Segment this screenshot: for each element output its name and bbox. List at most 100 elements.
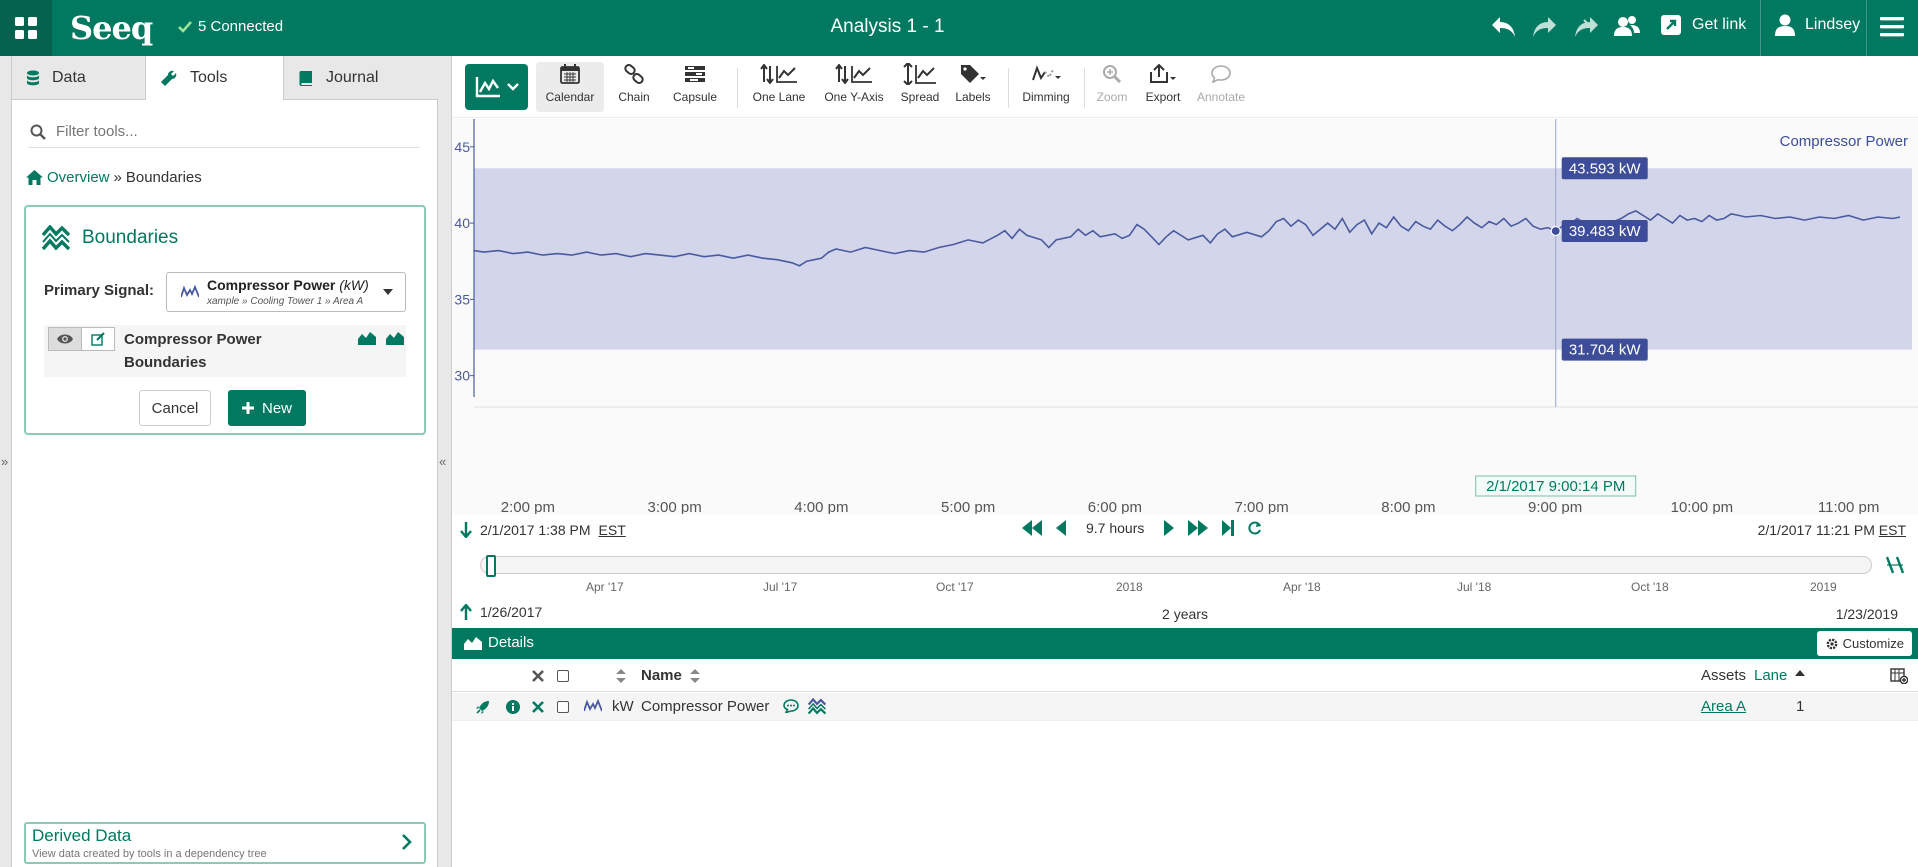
step-forward-icon[interactable] [1164,520,1175,536]
row-name[interactable]: Compressor Power [641,698,769,715]
breadcrumb-overview-link[interactable]: Overview [47,169,110,186]
derived-data-card[interactable]: Derived Data View data created by tools … [24,822,426,864]
home-icon[interactable] [26,170,43,185]
display-range-end[interactable]: 2/1/2017 11:21 PM EST [1758,522,1906,538]
undo-icon[interactable] [1490,12,1518,42]
details-pane-header[interactable]: Details Customize [452,628,1918,659]
user-menu[interactable]: Lindsey [1775,14,1860,36]
customize-button[interactable]: Customize [1816,631,1912,656]
x-axis-tick-label: 4:00 pm [794,499,848,514]
get-link-button[interactable]: Get link [1660,14,1746,36]
new-button[interactable]: New [228,390,306,426]
signal-asset-path: xample » Cooling Tower 1 » Area A [207,296,364,307]
expand-right-icon[interactable]: » [1,454,8,469]
row-asset-link[interactable]: Area A [1701,698,1746,715]
visibility-toggle-button[interactable] [48,327,82,351]
remove-all-icon[interactable] [532,670,544,682]
navigator-tick: Oct '17 [936,580,974,594]
navigator-range-handle[interactable] [486,555,496,577]
column-settings-icon[interactable] [1890,668,1908,684]
hamburger-menu-icon[interactable] [1880,16,1904,38]
trend-chart[interactable]: 45 40 35 30 2:00 pm 3:00 pm 4:00 pm 5:00 pm 6:0… [452,119,1918,514]
one-y-axis-tool-label: One Y-Axis [824,90,884,104]
tab-data[interactable]: Data [12,56,146,100]
header-divider [1866,0,1867,56]
step-forward-double-icon[interactable] [1188,520,1209,536]
column-header-assets[interactable]: Assets [1701,667,1746,684]
spread-tool[interactable]: Spread [892,62,948,112]
trend-chart-svg: 45 40 35 30 2:00 pm 3:00 pm 4:00 pm 5:00 pm 6:0… [452,119,1918,514]
investigate-range-span[interactable]: 2 years [452,606,1918,622]
gear-icon [1826,638,1837,649]
tab-tools-label: Tools [190,69,228,86]
one-lane-tool-label: One Lane [752,90,806,104]
x-axis-tick-label: 2:00 pm [501,499,555,514]
column-header-name[interactable]: Name [641,667,682,684]
boundaries-icon [42,225,70,251]
panel-collapse-strip[interactable]: « [438,56,452,867]
one-y-axis-tool[interactable]: One Y-Axis [816,62,892,112]
sort-icon[interactable] [616,668,626,684]
info-icon[interactable] [506,700,520,714]
display-range-start-time[interactable]: 2/1/2017 1:38 PM [480,522,591,538]
column-header-lane[interactable]: Lane [1754,667,1787,684]
table-row[interactable]: kW Compressor Power Area A 1 [452,693,1918,721]
range-duration[interactable]: 9.7 hours [1080,520,1150,536]
book-icon [299,70,312,86]
derived-data-title: Derived Data [32,826,132,845]
collapse-left-icon[interactable]: « [439,454,446,469]
zoom-tool[interactable]: Zoom [1088,62,1136,112]
boundaries-icon[interactable] [808,698,826,715]
capsule-tool[interactable]: Capsule [662,62,728,112]
edit-icon [91,332,105,346]
trend-toolbar: Calendar Chain Capsule One Lane One Y-Ax… [452,56,1918,118]
row-checkbox[interactable] [557,701,569,713]
annotate-tool[interactable]: Annotate [1192,62,1250,112]
navigator-tick: 2019 [1810,580,1837,594]
skip-to-end-icon[interactable] [1222,520,1235,536]
edit-item-button[interactable] [81,327,115,351]
step-back-icon[interactable] [1056,520,1066,536]
view-selector-button[interactable] [465,64,528,110]
left-collapse-strip[interactable]: » [0,56,12,867]
investigate-range-end-date[interactable]: 1/23/2019 [1836,606,1898,622]
navigator-tick: Apr '17 [586,580,624,594]
one-lane-tool[interactable]: One Lane [744,62,814,112]
zoom-to-fit-icon[interactable] [1886,556,1904,574]
refresh-icon[interactable] [1248,521,1262,535]
step-back-double-icon[interactable] [1022,520,1042,536]
navigator-tick: Jul '17 [763,580,798,594]
area-chart-icon[interactable] [358,331,376,345]
primary-signal-label: Primary Signal: [44,282,155,299]
display-range-end-time[interactable]: 2/1/2017 11:21 PM [1758,522,1875,538]
select-all-checkbox[interactable] [557,670,569,682]
rocket-icon[interactable] [476,700,490,714]
labels-tool[interactable]: Labels [948,62,998,112]
export-tool[interactable]: Export [1138,62,1188,112]
remove-icon[interactable] [532,701,544,713]
calendar-tool[interactable]: Calendar [536,62,604,112]
display-range-start[interactable]: 2/1/2017 1:38 PM EST [460,522,626,538]
chain-tool[interactable]: Chain [608,62,660,112]
boundary-item-name: Compressor Power Boundaries [124,331,262,371]
navigator-track[interactable] [480,556,1872,574]
comment-icon[interactable] [783,699,799,713]
area-chart-icon[interactable] [386,331,404,345]
tool-title: Boundaries [42,225,178,251]
sort-icon[interactable] [690,668,700,684]
database-icon [27,70,39,85]
display-range-end-tz[interactable]: EST [1879,522,1906,538]
dimming-tool[interactable]: Dimming [1014,62,1078,112]
tab-tools[interactable]: Tools [146,56,284,100]
sort-ascending-icon[interactable] [1795,670,1805,676]
capsule-tool-label: Capsule [672,90,718,104]
filter-tools-input[interactable] [56,123,396,140]
y-axis-tick-label: 40 [454,215,470,231]
users-icon[interactable] [1612,12,1642,42]
redo-icon[interactable] [1530,12,1558,42]
primary-signal-select[interactable]: Compressor Power (kW) xample » Cooling T… [166,272,406,312]
tab-journal[interactable]: Journal [284,56,438,100]
display-range-start-tz[interactable]: EST [599,522,626,538]
share-icon[interactable] [1570,12,1600,42]
cancel-button[interactable]: Cancel [139,390,211,426]
